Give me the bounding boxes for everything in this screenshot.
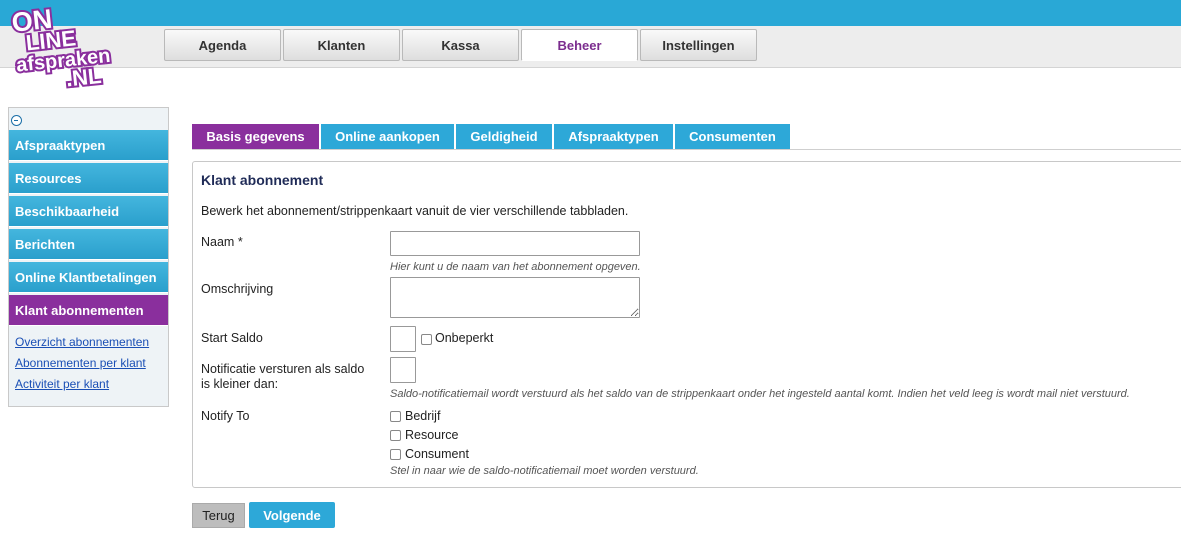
tab-consumenten[interactable]: Consumenten: [675, 124, 790, 149]
sidebar-link-activiteit-per-klant[interactable]: Activiteit per klant: [15, 377, 109, 391]
logo-line4: .NL: [65, 63, 103, 90]
notificatie-hint: Saldo-notificatiemail wordt verstuurd al…: [390, 388, 1130, 400]
sidebar-link-overzicht-abonnementen[interactable]: Overzicht abonnementen: [15, 335, 149, 349]
sidebar-item-klant-abonnementen[interactable]: Klant abonnementen: [9, 295, 168, 326]
notify-to-label: Notify To: [201, 409, 250, 423]
sidebar-item-resources[interactable]: Resources: [9, 163, 168, 194]
omschrijving-textarea[interactable]: [390, 277, 640, 318]
logo[interactable]: ON LINE afspraken .NL: [8, 2, 138, 94]
resource-checkbox[interactable]: [390, 430, 401, 441]
resource-label: Resource: [405, 428, 459, 442]
tab-basis-gegevens[interactable]: Basis gegevens: [192, 124, 319, 149]
sidebar-link-abonnementen-per-klant[interactable]: Abonnementen per klant: [15, 356, 146, 370]
notificatie-label-line2: is kleiner dan:: [201, 377, 279, 391]
nav-tab-agenda[interactable]: Agenda: [164, 29, 281, 61]
onbeperkt-label: Onbeperkt: [435, 331, 494, 345]
naam-label: Naam *: [201, 235, 243, 249]
logo-graphic: ON LINE afspraken .NL: [8, 2, 113, 94]
nav-tab-klanten[interactable]: Klanten: [283, 29, 400, 61]
collapse-icon[interactable]: [11, 115, 22, 126]
nav-tab-kassa[interactable]: Kassa: [402, 29, 519, 61]
start-saldo-label: Start Saldo: [201, 331, 263, 345]
tab-afspraaktypen[interactable]: Afspraaktypen: [554, 124, 673, 149]
naam-hint: Hier kunt u de naam van het abonnement o…: [390, 261, 641, 273]
consument-checkbox[interactable]: [390, 449, 401, 460]
sidebar-item-beschikbaarheid[interactable]: Beschikbaarheid: [9, 196, 168, 227]
naam-input[interactable]: [390, 231, 640, 256]
consument-label: Consument: [405, 447, 469, 461]
start-saldo-input[interactable]: [390, 326, 416, 352]
form-title: Klant abonnement: [201, 172, 324, 188]
tab-divider: [192, 149, 1181, 150]
top-bar: [0, 0, 1181, 26]
notify-to-hint: Stel in naar wie de saldo-notificatiemai…: [390, 465, 699, 477]
bedrijf-label: Bedrijf: [405, 409, 441, 423]
sidebar-item-afspraaktypen[interactable]: Afspraaktypen: [9, 130, 168, 161]
form-description: Bewerk het abonnement/strippenkaart vanu…: [201, 204, 629, 218]
form-tabs: Basis gegevens Online aankopen Geldighei…: [192, 124, 792, 149]
tab-online-aankopen[interactable]: Online aankopen: [321, 124, 454, 149]
sidebar: Afspraaktypen Resources Beschikbaarheid …: [8, 107, 169, 407]
notificatie-label-line1: Notificatie versturen als saldo: [201, 362, 365, 376]
notificatie-input[interactable]: [390, 357, 416, 383]
back-button[interactable]: Terug: [192, 503, 245, 528]
next-button[interactable]: Volgende: [249, 502, 335, 528]
form-panel: Klant abonnement Bewerk het abonnement/s…: [192, 161, 1181, 488]
bedrijf-checkbox[interactable]: [390, 411, 401, 422]
naam-label-text: Naam: [201, 235, 235, 249]
nav-tab-beheer[interactable]: Beheer: [521, 29, 638, 61]
tab-geldigheid[interactable]: Geldigheid: [456, 124, 552, 149]
omschrijving-label: Omschrijving: [201, 282, 274, 296]
sidebar-item-berichten[interactable]: Berichten: [9, 229, 168, 260]
onbeperkt-checkbox[interactable]: [421, 334, 432, 345]
main-nav: Agenda Klanten Kassa Beheer Instellingen: [164, 29, 759, 61]
required-marker: *: [237, 235, 243, 249]
sidebar-item-online-klantbetalingen[interactable]: Online Klantbetalingen: [9, 262, 168, 293]
nav-tab-instellingen[interactable]: Instellingen: [640, 29, 757, 61]
